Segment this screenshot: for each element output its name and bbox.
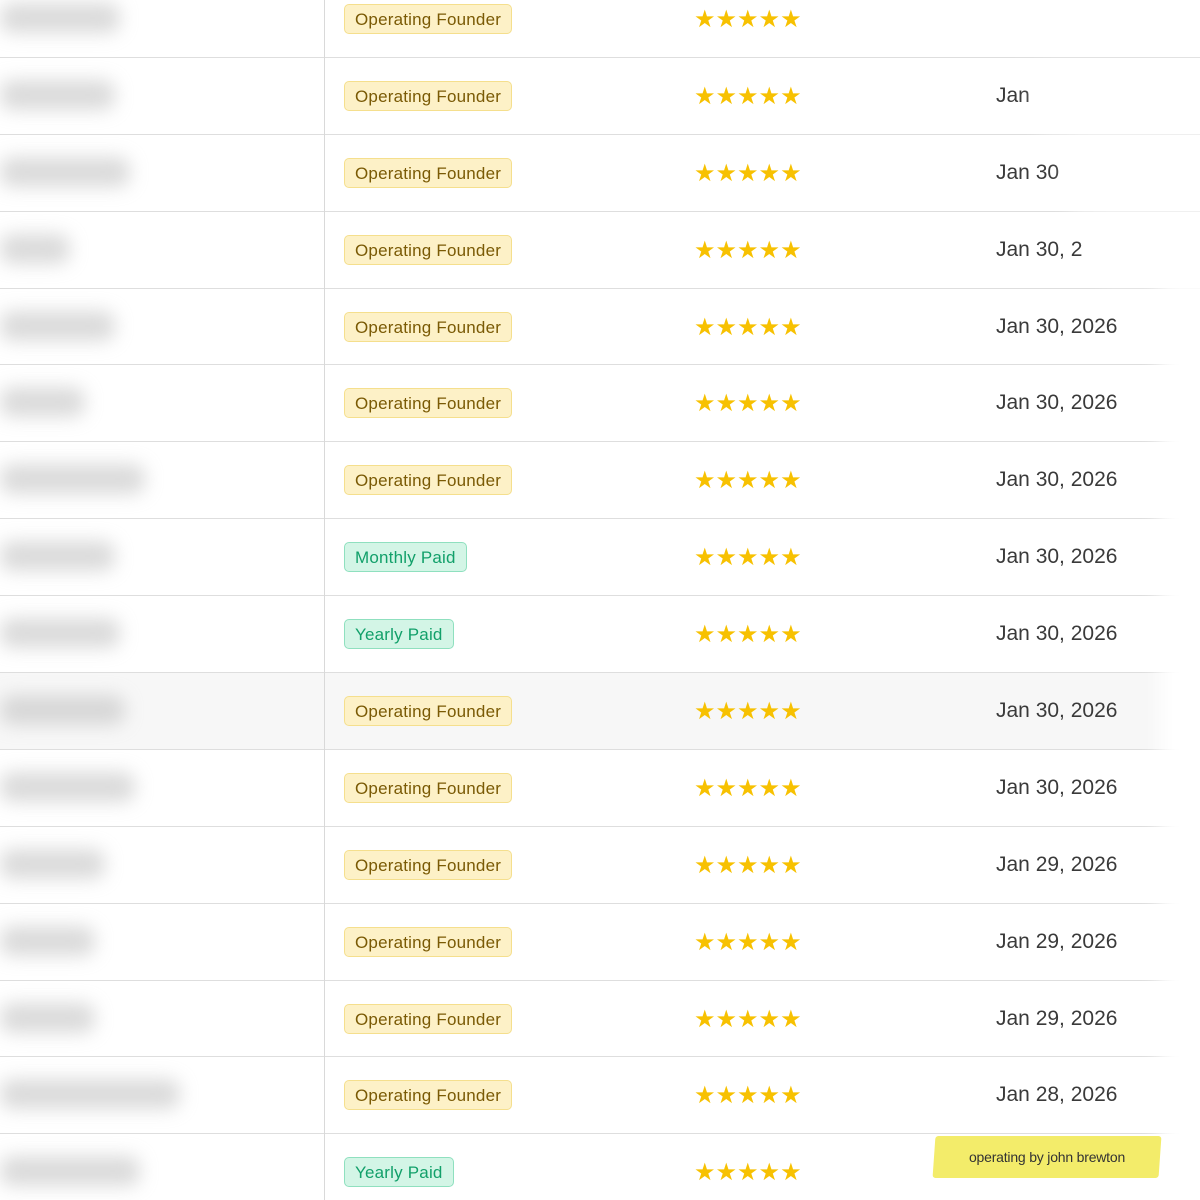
star-rating: ★★★★★ bbox=[694, 1004, 802, 1033]
star-rating: ★★★★★ bbox=[694, 1158, 802, 1187]
subscription-tag: Operating Founder bbox=[344, 1003, 513, 1034]
blurred-subscriber-name bbox=[0, 464, 145, 495]
blurred-subscriber-name bbox=[0, 387, 85, 418]
author-watermark: operating by john brewton bbox=[932, 1136, 1162, 1178]
subscribe-date: Jan 30, 2026 bbox=[996, 391, 1118, 415]
subscribe-date: Jan 30, 2026 bbox=[996, 468, 1118, 492]
star-rating: ★★★★★ bbox=[694, 1081, 802, 1110]
star-rating: ★★★★★ bbox=[694, 697, 802, 726]
star-rating: ★★★★★ bbox=[694, 927, 802, 956]
star-rating: ★★★★★ bbox=[694, 312, 802, 341]
subscription-tag: Operating Founder bbox=[344, 696, 513, 727]
star-rating: ★★★★★ bbox=[694, 81, 802, 110]
privacy-blur-mask bbox=[1040, 70, 1200, 130]
privacy-blur-mask bbox=[1160, 280, 1200, 1200]
table-row[interactable]: Operating Founder ★★★★★ Jan 30, 2026 bbox=[0, 750, 1200, 827]
blurred-subscriber-name bbox=[0, 79, 115, 110]
subscribe-date: Jan 30 bbox=[996, 160, 1060, 184]
subscription-tag: Operating Founder bbox=[344, 311, 513, 342]
table-row[interactable]: Monthly Paid ★★★★★ Jan 30, 2026 bbox=[0, 519, 1200, 597]
star-rating: ★★★★★ bbox=[694, 543, 802, 572]
subscribe-date: Jan 29, 2026 bbox=[996, 929, 1118, 953]
blurred-subscriber-name bbox=[0, 541, 115, 572]
subscription-tag: Yearly Paid bbox=[344, 1157, 454, 1188]
table-row[interactable]: Operating Founder ★★★★★ Jan bbox=[0, 58, 1200, 135]
star-rating: ★★★★★ bbox=[694, 389, 802, 418]
table-body: Operating Founder ★★★★★ Operating Founder ★… bbox=[0, 0, 1200, 1200]
blurred-subscriber-name bbox=[0, 925, 95, 956]
subscribe-date: Jan 30, 2026 bbox=[996, 699, 1118, 723]
subscribe-date: Jan 29, 2026 bbox=[996, 852, 1118, 876]
star-rating: ★★★★★ bbox=[694, 466, 802, 495]
subscription-tag: Operating Founder bbox=[344, 849, 513, 880]
table-row[interactable]: Operating Founder ★★★★★ Jan 30 bbox=[0, 135, 1200, 212]
blurred-subscriber-name bbox=[0, 3, 120, 33]
star-rating: ★★★★★ bbox=[694, 620, 802, 649]
table-row[interactable]: Yearly Paid ★★★★★ Jan 30, 2026 bbox=[0, 596, 1200, 674]
watermark-text: operating by john brewton bbox=[968, 1149, 1126, 1165]
subscribers-table-screenshot: Operating Founder ★★★★★ Operating Founder ★… bbox=[0, 0, 1200, 1200]
subscribe-date: Jan 29, 2026 bbox=[996, 1006, 1118, 1030]
table-row[interactable]: Operating Founder ★★★★★ Jan 29, 2026 bbox=[0, 827, 1200, 904]
subscription-tag: Operating Founder bbox=[344, 157, 513, 188]
table-row[interactable]: Operating Founder ★★★★★ Jan 30, 2026 bbox=[0, 442, 1200, 520]
table-row[interactable]: Operating Founder ★★★★★ Jan 29, 2026 bbox=[0, 981, 1200, 1058]
blurred-subscriber-name bbox=[0, 848, 105, 879]
table-row[interactable]: Operating Founder ★★★★★ Jan 30, 2026 bbox=[0, 365, 1200, 443]
subscribe-date: Jan 28, 2026 bbox=[996, 1083, 1118, 1107]
subscription-tag: Operating Founder bbox=[344, 926, 513, 957]
privacy-blur-mask bbox=[1100, 220, 1200, 280]
star-rating: ★★★★★ bbox=[694, 235, 802, 264]
table-row[interactable]: Operating Founder ★★★★★ Jan 28, 2026 bbox=[0, 1057, 1200, 1135]
subscription-tag: Operating Founder bbox=[344, 772, 513, 803]
blurred-subscriber-name bbox=[0, 310, 115, 341]
subscribe-date: Jan bbox=[996, 83, 1030, 107]
subscription-tag: Operating Founder bbox=[344, 388, 513, 419]
table-row[interactable]: Operating Founder ★★★★★ Jan 30, 2026 bbox=[0, 289, 1200, 366]
privacy-blur-mask bbox=[1070, 140, 1200, 210]
subscribe-date: Jan 30, 2 bbox=[996, 237, 1083, 261]
subscribe-date: Jan 30, 2026 bbox=[996, 545, 1118, 569]
blurred-subscriber-name bbox=[0, 1079, 180, 1110]
subscription-tag: Yearly Paid bbox=[344, 619, 454, 650]
blurred-subscriber-name bbox=[0, 233, 70, 264]
subscribe-date: Jan 30, 2026 bbox=[996, 314, 1118, 338]
subscription-tag: Operating Founder bbox=[344, 80, 513, 111]
star-rating: ★★★★★ bbox=[694, 850, 802, 879]
subscription-tag: Operating Founder bbox=[344, 1080, 513, 1111]
table-row[interactable]: Operating Founder ★★★★★ Jan 30, 2 bbox=[0, 212, 1200, 289]
subscription-tag: Operating Founder bbox=[344, 4, 513, 34]
column-divider bbox=[324, 0, 325, 1200]
blurred-subscriber-name bbox=[0, 1156, 140, 1187]
subscribe-date: Jan 30, 2026 bbox=[996, 622, 1118, 646]
star-rating: ★★★★★ bbox=[694, 5, 802, 33]
privacy-blur-mask bbox=[1000, 0, 1200, 40]
subscription-tag: Monthly Paid bbox=[344, 542, 467, 573]
table-row[interactable]: Operating Founder ★★★★★ Jan 30, 2026 bbox=[0, 673, 1200, 750]
table-row[interactable]: Operating Founder ★★★★★ Jan 29, 2026 bbox=[0, 904, 1200, 981]
blurred-subscriber-name bbox=[0, 618, 120, 649]
subscribe-date: Jan 30, 2026 bbox=[996, 775, 1118, 799]
star-rating: ★★★★★ bbox=[694, 773, 802, 802]
blurred-subscriber-name bbox=[0, 771, 135, 802]
blurred-subscriber-name bbox=[0, 156, 130, 187]
subscription-tag: Operating Founder bbox=[344, 465, 513, 496]
blurred-subscriber-name bbox=[0, 1002, 95, 1033]
subscription-tag: Operating Founder bbox=[344, 234, 513, 265]
star-rating: ★★★★★ bbox=[694, 158, 802, 187]
blurred-subscriber-name bbox=[0, 695, 125, 726]
